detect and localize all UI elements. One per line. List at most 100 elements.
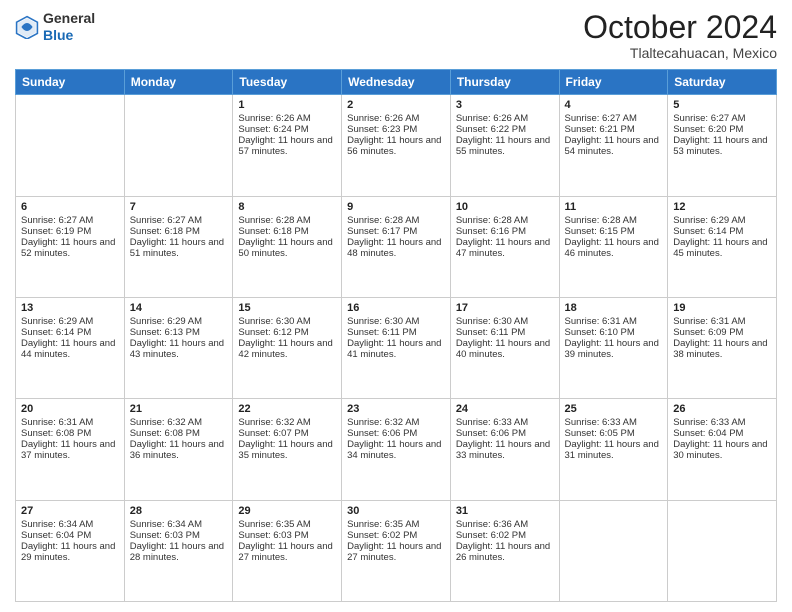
sunrise-text: Sunrise: 6:30 AM bbox=[238, 316, 336, 327]
daylight-text: Daylight: 11 hours and 44 minutes. bbox=[21, 338, 119, 360]
calendar-cell: 16Sunrise: 6:30 AMSunset: 6:11 PMDayligh… bbox=[342, 297, 451, 398]
day-number: 19 bbox=[673, 302, 771, 314]
sunset-text: Sunset: 6:14 PM bbox=[21, 327, 119, 338]
sunset-text: Sunset: 6:05 PM bbox=[565, 428, 663, 439]
day-number: 5 bbox=[673, 99, 771, 111]
daylight-text: Daylight: 11 hours and 27 minutes. bbox=[347, 541, 445, 563]
calendar-cell bbox=[124, 95, 233, 196]
day-number: 13 bbox=[21, 302, 119, 314]
sunrise-text: Sunrise: 6:30 AM bbox=[347, 316, 445, 327]
daylight-text: Daylight: 11 hours and 35 minutes. bbox=[238, 439, 336, 461]
day-number: 7 bbox=[130, 201, 228, 213]
header-row: Sunday Monday Tuesday Wednesday Thursday… bbox=[16, 70, 777, 95]
day-number: 17 bbox=[456, 302, 554, 314]
sunset-text: Sunset: 6:16 PM bbox=[456, 226, 554, 237]
sunrise-text: Sunrise: 6:27 AM bbox=[21, 215, 119, 226]
sunset-text: Sunset: 6:10 PM bbox=[565, 327, 663, 338]
daylight-text: Daylight: 11 hours and 34 minutes. bbox=[347, 439, 445, 461]
calendar-cell: 1Sunrise: 6:26 AMSunset: 6:24 PMDaylight… bbox=[233, 95, 342, 196]
day-number: 22 bbox=[238, 403, 336, 415]
day-number: 12 bbox=[673, 201, 771, 213]
day-number: 23 bbox=[347, 403, 445, 415]
logo-text: General Blue bbox=[43, 10, 95, 44]
daylight-text: Daylight: 11 hours and 37 minutes. bbox=[21, 439, 119, 461]
sunset-text: Sunset: 6:03 PM bbox=[238, 530, 336, 541]
daylight-text: Daylight: 11 hours and 53 minutes. bbox=[673, 135, 771, 157]
sunset-text: Sunset: 6:11 PM bbox=[347, 327, 445, 338]
sunset-text: Sunset: 6:13 PM bbox=[130, 327, 228, 338]
day-number: 24 bbox=[456, 403, 554, 415]
day-number: 21 bbox=[130, 403, 228, 415]
day-number: 16 bbox=[347, 302, 445, 314]
col-tuesday: Tuesday bbox=[233, 70, 342, 95]
daylight-text: Daylight: 11 hours and 42 minutes. bbox=[238, 338, 336, 360]
calendar-cell bbox=[559, 500, 668, 601]
col-sunday: Sunday bbox=[16, 70, 125, 95]
calendar-cell: 4Sunrise: 6:27 AMSunset: 6:21 PMDaylight… bbox=[559, 95, 668, 196]
day-number: 2 bbox=[347, 99, 445, 111]
sunrise-text: Sunrise: 6:34 AM bbox=[21, 519, 119, 530]
sunrise-text: Sunrise: 6:33 AM bbox=[565, 417, 663, 428]
sunrise-text: Sunrise: 6:29 AM bbox=[21, 316, 119, 327]
day-number: 1 bbox=[238, 99, 336, 111]
daylight-text: Daylight: 11 hours and 33 minutes. bbox=[456, 439, 554, 461]
calendar-cell: 29Sunrise: 6:35 AMSunset: 6:03 PMDayligh… bbox=[233, 500, 342, 601]
col-monday: Monday bbox=[124, 70, 233, 95]
sunrise-text: Sunrise: 6:33 AM bbox=[673, 417, 771, 428]
calendar-cell: 11Sunrise: 6:28 AMSunset: 6:15 PMDayligh… bbox=[559, 196, 668, 297]
sunset-text: Sunset: 6:18 PM bbox=[238, 226, 336, 237]
sunrise-text: Sunrise: 6:28 AM bbox=[347, 215, 445, 226]
day-number: 11 bbox=[565, 201, 663, 213]
sunrise-text: Sunrise: 6:27 AM bbox=[565, 113, 663, 124]
sunrise-text: Sunrise: 6:36 AM bbox=[456, 519, 554, 530]
calendar-cell: 25Sunrise: 6:33 AMSunset: 6:05 PMDayligh… bbox=[559, 399, 668, 500]
daylight-text: Daylight: 11 hours and 51 minutes. bbox=[130, 237, 228, 259]
sunset-text: Sunset: 6:08 PM bbox=[21, 428, 119, 439]
sunset-text: Sunset: 6:17 PM bbox=[347, 226, 445, 237]
day-number: 15 bbox=[238, 302, 336, 314]
sunset-text: Sunset: 6:03 PM bbox=[130, 530, 228, 541]
col-friday: Friday bbox=[559, 70, 668, 95]
sunset-text: Sunset: 6:24 PM bbox=[238, 124, 336, 135]
logo: General Blue bbox=[15, 10, 95, 44]
calendar-cell: 23Sunrise: 6:32 AMSunset: 6:06 PMDayligh… bbox=[342, 399, 451, 500]
sunset-text: Sunset: 6:09 PM bbox=[673, 327, 771, 338]
month-title: October 2024 bbox=[583, 10, 777, 45]
sunrise-text: Sunrise: 6:28 AM bbox=[456, 215, 554, 226]
sunset-text: Sunset: 6:19 PM bbox=[21, 226, 119, 237]
sunset-text: Sunset: 6:02 PM bbox=[347, 530, 445, 541]
location: Tlaltecahuacan, Mexico bbox=[583, 45, 777, 61]
sunset-text: Sunset: 6:23 PM bbox=[347, 124, 445, 135]
calendar-week-1: 1 Sunrise: 6:26 AM Sunset: 6:24 PM Daylight… bbox=[16, 95, 777, 196]
calendar-cell: 30Sunrise: 6:35 AMSunset: 6:02 PMDayligh… bbox=[342, 500, 451, 601]
day-number: 27 bbox=[21, 505, 119, 517]
daylight-text: Daylight: 11 hours and 46 minutes. bbox=[565, 237, 663, 259]
daylight-text: Daylight: 11 hours and 47 minutes. bbox=[456, 237, 554, 259]
daylight-text: Daylight: 11 hours and 43 minutes. bbox=[130, 338, 228, 360]
calendar-cell: 28Sunrise: 6:34 AMSunset: 6:03 PMDayligh… bbox=[124, 500, 233, 601]
logo-blue-text: Blue bbox=[43, 27, 73, 43]
sunrise-text: Sunrise: 6:29 AM bbox=[673, 215, 771, 226]
calendar-week-2: 6Sunrise: 6:27 AMSunset: 6:19 PMDaylight… bbox=[16, 196, 777, 297]
sunrise-text: Sunrise: 6:26 AM bbox=[456, 113, 554, 124]
sunrise-text: Sunrise: 6:26 AM bbox=[347, 113, 445, 124]
calendar-cell bbox=[668, 500, 777, 601]
daylight-text: Daylight: 11 hours and 39 minutes. bbox=[565, 338, 663, 360]
calendar-cell: 15 Sunrise: 6:30 AMSunset: 6:12 PMDayligh… bbox=[233, 297, 342, 398]
day-number: 30 bbox=[347, 505, 445, 517]
sunset-text: Sunset: 6:18 PM bbox=[130, 226, 228, 237]
day-number: 20 bbox=[21, 403, 119, 415]
daylight-text: Daylight: 11 hours and 45 minutes. bbox=[673, 237, 771, 259]
page: General Blue October 2024 Tlaltecahuacan… bbox=[0, 0, 792, 612]
title-block: October 2024 Tlaltecahuacan, Mexico bbox=[583, 10, 777, 61]
daylight-text: Daylight: 11 hours and 26 minutes. bbox=[456, 541, 554, 563]
day-number: 8 bbox=[238, 201, 336, 213]
col-wednesday: Wednesday bbox=[342, 70, 451, 95]
day-number: 26 bbox=[673, 403, 771, 415]
daylight-text: Daylight: 11 hours and 38 minutes. bbox=[673, 338, 771, 360]
sunrise-text: Sunrise: 6:32 AM bbox=[347, 417, 445, 428]
sunset-text: Sunset: 6:12 PM bbox=[238, 327, 336, 338]
sunset-text: Sunset: 6:04 PM bbox=[673, 428, 771, 439]
logo-icon bbox=[15, 15, 39, 39]
sunrise-text: Sunrise: 6:31 AM bbox=[21, 417, 119, 428]
